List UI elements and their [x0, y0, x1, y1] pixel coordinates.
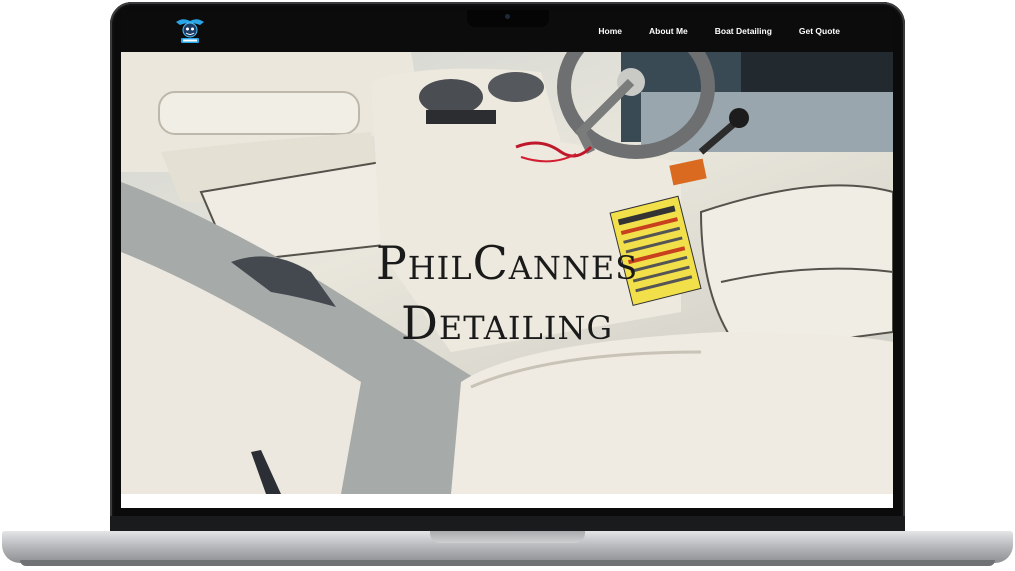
- hero-section: PhilCannes Detailing: [121, 52, 893, 494]
- nav-about-me[interactable]: About Me: [649, 26, 688, 36]
- laptop-chin: [110, 516, 905, 532]
- nav-links: Home About Me Boat Detailing Get Quote: [598, 10, 893, 52]
- page-section-below-hero: [121, 494, 893, 508]
- hero-title-line1: PhilCannes: [375, 235, 639, 290]
- laptop-thumb-notch: [430, 531, 585, 543]
- hero-title-line2: Detailing: [400, 295, 614, 350]
- nav-boat-detailing[interactable]: Boat Detailing: [715, 26, 772, 36]
- nav-home[interactable]: Home: [598, 26, 622, 36]
- nav-get-quote[interactable]: Get Quote: [799, 26, 840, 36]
- hero-title: PhilCannes Detailing: [121, 233, 893, 353]
- laptop-base-shadow: [20, 560, 995, 566]
- camera-notch: [467, 10, 549, 27]
- boat-detailing-logo-icon[interactable]: [173, 16, 207, 46]
- camera-icon: [505, 14, 510, 19]
- website-screen: Home About Me Boat Detailing Get Quote P…: [121, 10, 893, 508]
